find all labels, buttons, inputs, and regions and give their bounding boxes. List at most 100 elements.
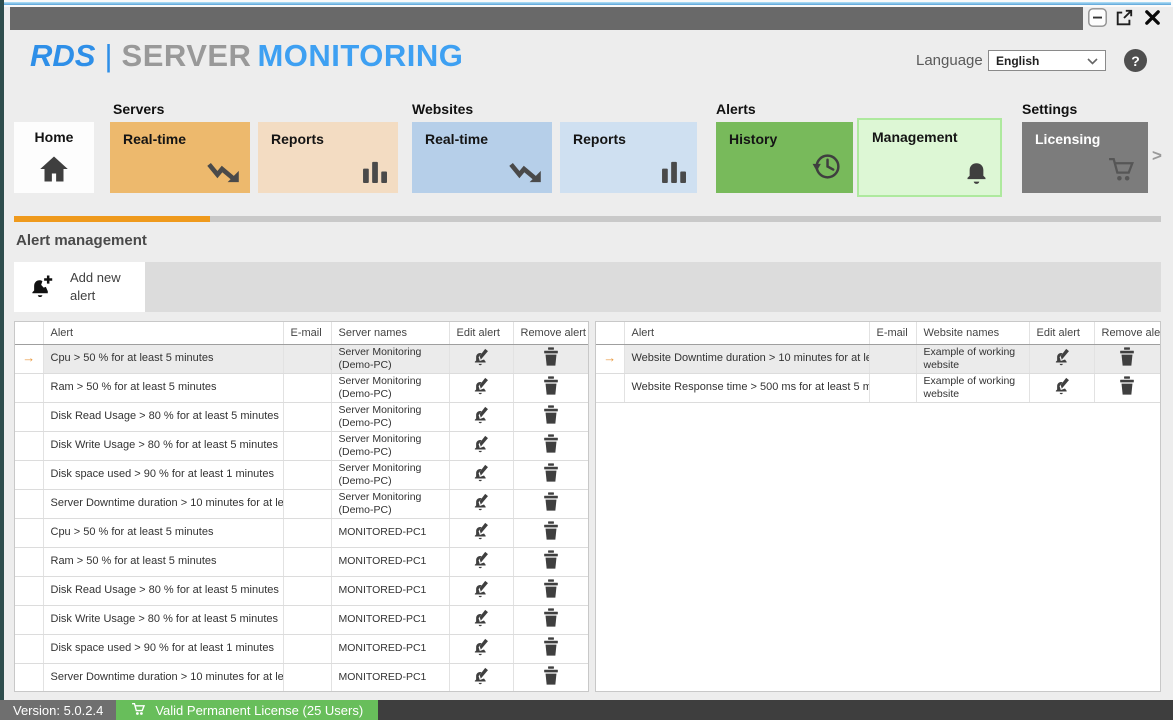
nav-tile-home[interactable]: Home bbox=[14, 122, 94, 193]
logo-server: SERVER bbox=[122, 38, 252, 73]
trash-icon bbox=[543, 354, 559, 369]
edit-alert-button[interactable] bbox=[472, 435, 490, 453]
server-name-cell: Server Monitoring (Demo-PC) bbox=[331, 431, 449, 460]
server-alert-row[interactable]: Disk Write Usage > 80 % for at least 5 m… bbox=[15, 605, 588, 634]
cell-edit bbox=[1029, 373, 1094, 402]
trash-icon bbox=[543, 499, 559, 514]
alert-cell: Server Downtime duration > 10 minutes fo… bbox=[43, 489, 283, 518]
cell-edit bbox=[449, 373, 513, 402]
server-alert-row[interactable]: Disk Read Usage > 80 % for at least 5 mi… bbox=[15, 576, 588, 605]
language-label: Language bbox=[916, 52, 983, 69]
cell-remove bbox=[513, 663, 588, 692]
edit-alert-button[interactable] bbox=[472, 580, 490, 598]
server-alert-row[interactable]: Server Downtime duration > 10 minutes fo… bbox=[15, 489, 588, 518]
nav-tile-alerts-history[interactable]: History bbox=[716, 122, 853, 193]
logo-divider: | bbox=[104, 38, 112, 73]
website-alert-header-row: AlertE-mailWebsite namesEdit alertRemove… bbox=[596, 322, 1160, 344]
edit-alert-button[interactable] bbox=[472, 464, 490, 482]
nav-tile-settings-licensing[interactable]: Licensing bbox=[1022, 122, 1148, 193]
remove-alert-button[interactable] bbox=[543, 550, 559, 569]
edit-alert-button[interactable] bbox=[472, 348, 490, 366]
tile-label: Licensing bbox=[1035, 131, 1100, 147]
remove-alert-button[interactable] bbox=[543, 376, 559, 395]
trash-icon bbox=[543, 383, 559, 398]
edit-alert-button[interactable] bbox=[472, 638, 490, 656]
email-cell bbox=[283, 547, 331, 576]
edit-alert-button[interactable] bbox=[472, 609, 490, 627]
cell-remove bbox=[513, 402, 588, 431]
edit-alert-button[interactable] bbox=[472, 377, 490, 395]
bell-edit-icon bbox=[472, 673, 490, 688]
email-cell bbox=[283, 605, 331, 634]
help-label: ? bbox=[1131, 53, 1140, 69]
cell-remove bbox=[513, 489, 588, 518]
edit-alert-button[interactable] bbox=[1053, 348, 1071, 366]
remove-alert-button[interactable] bbox=[543, 521, 559, 540]
language-value: English bbox=[996, 54, 1039, 68]
tile-label: Home bbox=[14, 129, 94, 145]
remove-alert-button[interactable] bbox=[543, 666, 559, 685]
add-alert-label: Add new alert bbox=[70, 269, 134, 304]
server-alert-row[interactable]: Ram > 50 % for at least 5 minutesMONITOR… bbox=[15, 547, 588, 576]
server-alert-header-row: AlertE-mailServer namesEdit alertRemove … bbox=[15, 322, 588, 344]
edit-alert-button[interactable] bbox=[472, 551, 490, 569]
edit-alert-button[interactable] bbox=[472, 406, 490, 424]
nav-scroll-right-chevron[interactable]: > bbox=[1152, 146, 1162, 166]
window-top-accent bbox=[4, 2, 1171, 5]
server-alert-row[interactable]: Disk space used > 90 % for at least 1 mi… bbox=[15, 460, 588, 489]
nav-tile-alerts-management[interactable]: Management bbox=[857, 118, 1002, 197]
email-cell bbox=[869, 373, 916, 402]
remove-alert-button[interactable] bbox=[543, 608, 559, 627]
help-button[interactable]: ? bbox=[1124, 49, 1147, 72]
server-alert-row[interactable]: Ram > 50 % for at least 5 minutesServer … bbox=[15, 373, 588, 402]
selected-row-arrow-icon: → bbox=[596, 344, 624, 373]
remove-alert-button[interactable] bbox=[1119, 347, 1135, 366]
server-alert-row[interactable]: Disk space used > 90 % for at least 1 mi… bbox=[15, 634, 588, 663]
remove-alert-button[interactable] bbox=[543, 347, 559, 366]
popout-button[interactable] bbox=[1113, 9, 1135, 29]
cell-edit bbox=[449, 634, 513, 663]
server-alert-row[interactable]: Disk Write Usage > 80 % for at least 5 m… bbox=[15, 431, 588, 460]
row-arrow-cell bbox=[15, 489, 43, 518]
trash-icon bbox=[543, 412, 559, 427]
nav-tile-servers-realtime[interactable]: Real-time bbox=[110, 122, 250, 193]
row-arrow-cell bbox=[15, 576, 43, 605]
nav-tile-websites-reports[interactable]: Reports bbox=[560, 122, 697, 193]
website-alert-row[interactable]: →Website Downtime duration > 10 minutes … bbox=[596, 344, 1160, 373]
remove-alert-button[interactable] bbox=[543, 637, 559, 656]
cell-remove bbox=[513, 547, 588, 576]
column-header-remove-alert: Remove alert bbox=[513, 322, 588, 344]
remove-alert-button[interactable] bbox=[543, 463, 559, 482]
bell-edit-icon bbox=[472, 644, 490, 659]
server-alert-row[interactable]: Disk Read Usage > 80 % for at least 5 mi… bbox=[15, 402, 588, 431]
window-left-border bbox=[0, 0, 4, 720]
edit-alert-button[interactable] bbox=[472, 667, 490, 685]
website-alert-row[interactable]: Website Response time > 500 ms for at le… bbox=[596, 373, 1160, 402]
remove-alert-button[interactable] bbox=[543, 434, 559, 453]
cart-icon bbox=[1107, 156, 1138, 188]
edit-alert-button[interactable] bbox=[1053, 377, 1071, 395]
nav-tile-servers-reports[interactable]: Reports bbox=[258, 122, 398, 193]
remove-alert-button[interactable] bbox=[1119, 376, 1135, 395]
tile-label: Real-time bbox=[425, 131, 488, 147]
website-alerts-table: AlertE-mailWebsite namesEdit alertRemove… bbox=[596, 322, 1160, 403]
minimize-button[interactable] bbox=[1086, 9, 1108, 29]
trash-icon bbox=[1119, 383, 1135, 398]
remove-alert-button[interactable] bbox=[543, 492, 559, 511]
server-name-cell: Server Monitoring (Demo-PC) bbox=[331, 344, 449, 373]
chevron-down-icon bbox=[1087, 54, 1098, 68]
close-button[interactable] bbox=[1141, 9, 1163, 29]
edit-alert-button[interactable] bbox=[472, 493, 490, 511]
alert-cell: Server Downtime duration > 10 minutes fo… bbox=[43, 663, 283, 692]
email-cell bbox=[283, 431, 331, 460]
server-alert-row[interactable]: Server Downtime duration > 10 minutes fo… bbox=[15, 663, 588, 692]
server-alert-row[interactable]: →Cpu > 50 % for at least 5 minutesServer… bbox=[15, 344, 588, 373]
remove-alert-button[interactable] bbox=[543, 405, 559, 424]
remove-alert-button[interactable] bbox=[543, 579, 559, 598]
nav-tile-websites-realtime[interactable]: Real-time bbox=[412, 122, 552, 193]
toolbar: Add new alert bbox=[14, 262, 1161, 312]
edit-alert-button[interactable] bbox=[472, 522, 490, 540]
language-select[interactable]: English bbox=[988, 50, 1106, 71]
add-new-alert-button[interactable]: Add new alert bbox=[14, 262, 145, 312]
server-alert-row[interactable]: Cpu > 50 % for at least 5 minutesMONITOR… bbox=[15, 518, 588, 547]
